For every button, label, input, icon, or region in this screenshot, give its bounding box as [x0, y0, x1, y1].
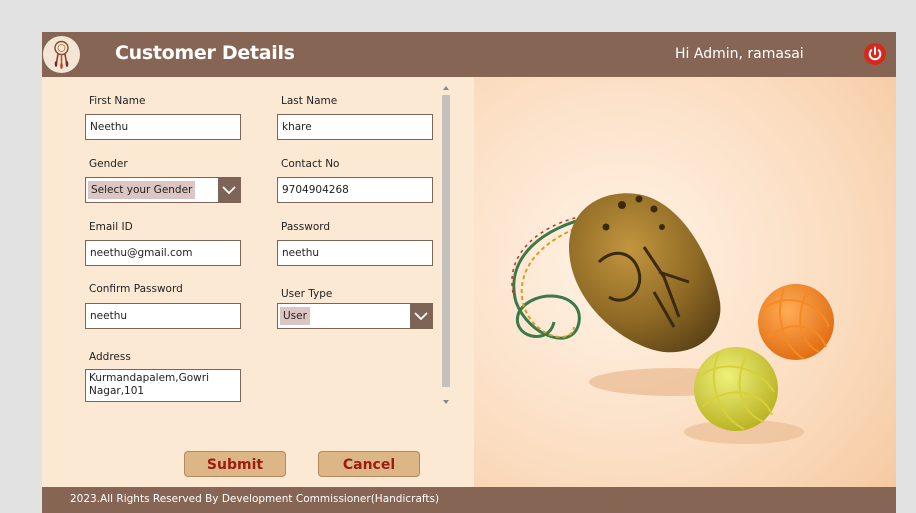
password-label: Password: [281, 221, 331, 233]
chevron-down-icon[interactable]: [410, 304, 432, 328]
address-label: Address: [89, 351, 131, 363]
dreamcatcher-icon: [43, 36, 80, 73]
customer-form: First Name Last Name Gender Select your …: [42, 77, 474, 487]
first-name-label: First Name: [89, 95, 146, 107]
confirm-password-input[interactable]: [85, 303, 241, 329]
copyright-text: 2023.All Rights Reserved By Development …: [70, 493, 440, 505]
footer-bar: 2023.All Rights Reserved By Development …: [42, 487, 896, 513]
gender-label: Gender: [89, 158, 128, 170]
page-title: Customer Details: [115, 42, 295, 64]
cancel-button[interactable]: Cancel: [318, 451, 420, 477]
last-name-input[interactable]: [277, 114, 433, 140]
user-type-selected-value: User: [280, 307, 310, 325]
form-scrollbar[interactable]: [442, 86, 450, 404]
email-input[interactable]: [85, 240, 241, 266]
confirm-password-label: Confirm Password: [89, 283, 183, 295]
scrollbar-thumb[interactable]: [442, 95, 450, 387]
user-type-label: User Type: [281, 288, 333, 300]
scroll-down-arrow-icon[interactable]: [443, 400, 449, 404]
address-input[interactable]: Kurmandapalem,Gowri Nagar,101: [85, 369, 241, 402]
contact-label: Contact No: [281, 158, 340, 170]
user-type-dropdown[interactable]: User: [277, 303, 433, 329]
handicraft-photo: [474, 77, 896, 487]
chevron-down-icon[interactable]: [218, 178, 240, 202]
password-input[interactable]: [277, 240, 433, 266]
header-bar: Customer Details Hi Admin, ramasai: [42, 32, 896, 77]
last-name-label: Last Name: [281, 95, 338, 107]
user-greeting: Hi Admin, ramasai: [675, 46, 804, 62]
scroll-up-arrow-icon[interactable]: [443, 86, 449, 90]
contact-input[interactable]: [277, 177, 433, 203]
gender-dropdown[interactable]: Select your Gender: [85, 177, 241, 203]
power-icon[interactable]: [863, 42, 887, 66]
email-label: Email ID: [89, 221, 133, 233]
gender-selected-value: Select your Gender: [88, 181, 196, 199]
app-window: Customer Details Hi Admin, ramasai First…: [42, 32, 896, 513]
first-name-input[interactable]: [85, 114, 241, 140]
submit-button[interactable]: Submit: [184, 451, 286, 477]
